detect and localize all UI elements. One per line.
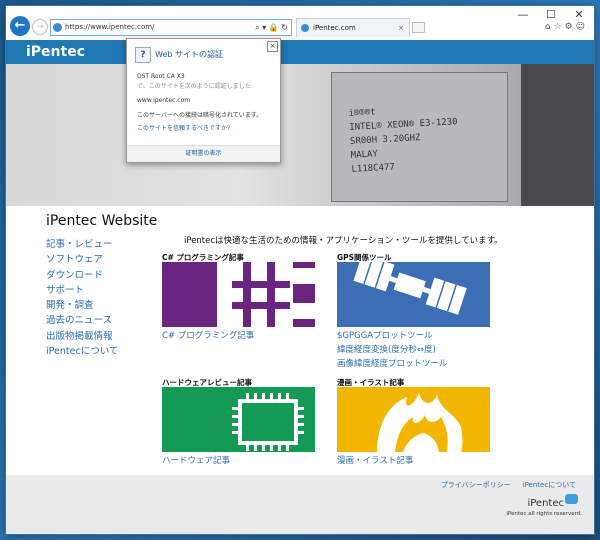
card-link-image-plot[interactable]: 画像緯度経度プロットツール: [337, 357, 448, 369]
nav-item-articles[interactable]: 記事・レビュー: [46, 236, 118, 251]
hero-dark-edge: [521, 64, 594, 206]
popup-domain: www.ipentec.com: [137, 97, 191, 104]
csharp-hash-icon: [162, 262, 315, 327]
manga-card-image[interactable]: [337, 387, 490, 452]
site-logo[interactable]: iPentec: [26, 44, 85, 60]
site-favicon-icon: [53, 23, 62, 32]
site-footer: プライバシーポリシー iPentecについて iPentec iPentec al…: [6, 475, 594, 534]
nav-item-download[interactable]: ダウンロード: [46, 267, 118, 282]
feedback-smiley-icon[interactable]: ☺: [576, 22, 588, 32]
footer-copyright: iPentec all rights reserverd.: [506, 511, 582, 517]
popup-issuer: DST Root CA X3: [137, 73, 185, 80]
footer-logo: iPentec: [527, 498, 564, 509]
site-identity-popup: ? Web サイトの認証 × DST Root CA X3 で、このサイトを次の…: [126, 38, 281, 163]
new-tab-button[interactable]: [412, 22, 425, 33]
nav-item-publications[interactable]: 出版物掲載情報: [46, 328, 118, 343]
nav-item-development[interactable]: 開発・調査: [46, 297, 118, 312]
csharp-card-image[interactable]: [162, 262, 315, 327]
tab-close-icon[interactable]: ×: [398, 19, 404, 37]
side-nav: 記事・レビュー ソフトウェア ダウンロード サポート 開発・調査 過去のニュース…: [46, 236, 118, 358]
popup-close-icon[interactable]: ×: [267, 41, 278, 52]
favorites-icon[interactable]: ☆: [553, 22, 564, 32]
card-link-latlon[interactable]: 緯度経度変換(度分秒⇔度): [337, 343, 436, 355]
minimize-button[interactable]: —: [510, 6, 536, 24]
address-url[interactable]: https://www.ipentec.com/: [65, 20, 154, 35]
popup-title: Web サイトの認証: [155, 50, 223, 59]
gps-card-image[interactable]: [337, 262, 490, 327]
card-link-csharp[interactable]: C# プログラミング記事: [162, 329, 254, 341]
browser-toolbar-icons[interactable]: ⌂☆⚙☺: [545, 22, 588, 32]
footer-links: プライバシーポリシー iPentecについて: [429, 480, 576, 490]
tab-ipentec[interactable]: iPentec.com ×: [296, 18, 410, 37]
forward-arrow-icon[interactable]: →: [32, 19, 48, 35]
footer-link-about[interactable]: iPentecについて: [523, 481, 576, 489]
popup-encryption: このサーバーへの接続は暗号化されています。: [137, 112, 263, 119]
footer-mascot-icon: [565, 494, 578, 504]
tab-favicon-icon: [301, 24, 309, 32]
page-title: iPentec Website: [46, 213, 158, 229]
hardware-card-image[interactable]: [162, 387, 315, 452]
hero-image: i®®®t INTEL® XEON® E3-1230 SR00H 3.20GHZ…: [6, 64, 594, 206]
nav-item-news[interactable]: 過去のニュース: [46, 312, 118, 327]
intro-text: iPentecは快適な生活のための情報・アプリケーション・ツールを提供しています…: [184, 236, 503, 246]
footer-link-privacy[interactable]: プライバシーポリシー: [441, 481, 511, 489]
nav-item-software[interactable]: ソフトウェア: [46, 251, 118, 266]
site-header: iPentec: [6, 40, 594, 64]
settings-gear-icon[interactable]: ⚙: [565, 22, 576, 32]
chip-icon: [162, 387, 315, 452]
manga-character-icon: [337, 387, 490, 452]
view-certificate-button[interactable]: 証明書の表示: [127, 145, 280, 162]
cpu-label-text: i®®®t INTEL® XEON® E3-1230 SR00H 3.20GHZ…: [348, 107, 458, 175]
popup-trust-link[interactable]: このサイトを信頼するべきですか?: [137, 123, 230, 132]
nav-item-support[interactable]: サポート: [46, 282, 118, 297]
certificate-question-icon: ?: [135, 47, 151, 63]
card-link-hardware[interactable]: ハードウェア記事: [162, 454, 230, 466]
browser-window: — ☐ ✕ ← → https://www.ipentec.com/ ⌕ ▾ 🔒…: [6, 6, 594, 534]
popup-issuer-note: で、このサイトを次のように認証しました: [137, 83, 251, 90]
address-bar[interactable]: https://www.ipentec.com/ ⌕ ▾ 🔒 ↻: [50, 19, 292, 36]
card-link-manga[interactable]: 漫画・イラスト記事: [337, 454, 413, 466]
address-tools-icons[interactable]: ⌕ ▾ 🔒 ↻: [255, 20, 288, 35]
satellite-icon: [337, 262, 490, 327]
card-link-gpgga[interactable]: $GPGGAプロットツール: [337, 329, 433, 341]
back-arrow-icon[interactable]: ←: [10, 16, 30, 36]
tab-title: iPentec.com: [313, 24, 356, 32]
browser-toolbar: — ☐ ✕ ← → https://www.ipentec.com/ ⌕ ▾ 🔒…: [6, 6, 594, 40]
nav-item-about[interactable]: iPentecについて: [46, 343, 118, 358]
